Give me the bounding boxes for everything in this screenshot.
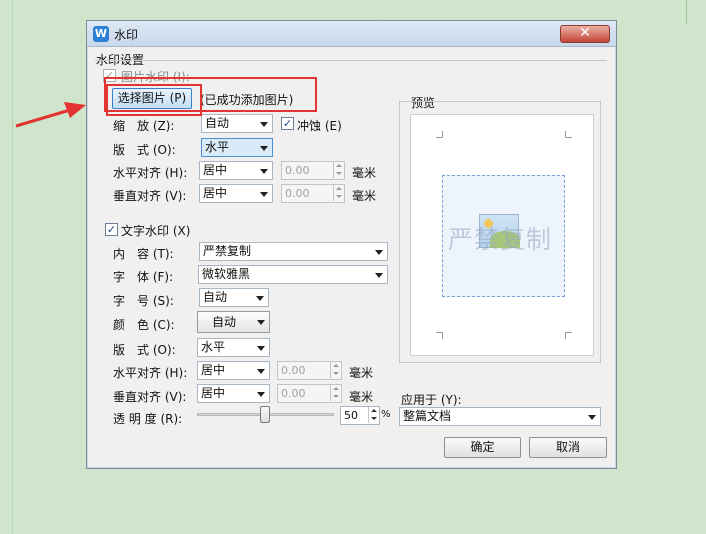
transparency-label: 透 明 度 (R):: [113, 412, 183, 426]
picture-h-unit: 毫米: [352, 166, 377, 180]
text-v-offset-spinner[interactable]: 0.00: [277, 384, 342, 403]
spin-up-icon[interactable]: [333, 162, 344, 170]
spin-down-icon[interactable]: [333, 170, 344, 178]
chevron-down-icon: [588, 415, 596, 420]
content-label: 内 容 (T):: [113, 247, 174, 261]
picture-v-align-select[interactable]: 居中: [199, 184, 273, 203]
picture-layout-label: 版 式 (O):: [113, 143, 176, 157]
spin-down-icon[interactable]: [330, 370, 341, 378]
ok-button[interactable]: 确定: [444, 437, 521, 458]
chevron-down-icon: [257, 369, 265, 374]
font-label: 字 体 (F):: [113, 270, 174, 284]
chevron-down-icon: [257, 346, 265, 351]
chevron-down-icon: [256, 296, 264, 301]
size-select[interactable]: 自动: [199, 288, 269, 307]
text-layout-value: 水平: [201, 340, 226, 354]
color-label: 颜 色 (C):: [113, 318, 175, 332]
transparency-spinner[interactable]: 50: [340, 406, 380, 425]
chevron-down-icon: [257, 320, 265, 325]
preview-corner-mark: [436, 131, 443, 138]
picture-v-unit: 毫米: [352, 189, 377, 203]
chevron-down-icon: [257, 392, 265, 397]
text-h-unit: 毫米: [349, 366, 374, 380]
picture-h-align-label: 水平对齐 (H):: [113, 166, 188, 180]
text-watermark-checkbox[interactable]: ✓: [105, 223, 118, 236]
text-h-align-value: 居中: [201, 363, 226, 377]
document-edge-line: [686, 0, 687, 24]
picture-h-align-select[interactable]: 居中: [199, 161, 273, 180]
apply-to-select[interactable]: 整篇文档: [399, 407, 601, 426]
color-picker[interactable]: 自动: [197, 311, 270, 333]
chevron-down-icon: [260, 122, 268, 127]
spin-up-icon[interactable]: [330, 385, 341, 393]
picture-v-offset-spinner[interactable]: 0.00: [281, 184, 345, 203]
picture-v-align-label: 垂直对齐 (V):: [113, 189, 187, 203]
spin-up-icon[interactable]: [333, 185, 344, 193]
picture-h-offset-spinner[interactable]: 0.00: [281, 161, 345, 180]
apply-to-label: 应用于 (Y):: [401, 393, 462, 407]
text-h-offset-spinner[interactable]: 0.00: [277, 361, 342, 380]
preview-watermark-text: 严禁复制: [448, 225, 553, 254]
spin-down-icon[interactable]: [333, 193, 344, 201]
text-layout-label: 版 式 (O):: [113, 343, 176, 357]
chevron-down-icon: [375, 250, 383, 255]
scale-value: 自动: [205, 116, 230, 130]
transparency-slider-thumb[interactable]: [260, 406, 270, 423]
text-h-align-label: 水平对齐 (H):: [113, 366, 188, 380]
preview-corner-mark: [436, 332, 443, 339]
chevron-down-icon: [260, 192, 268, 197]
picture-h-align-value: 居中: [203, 163, 228, 177]
chevron-down-icon: [260, 169, 268, 174]
picture-v-offset-value: 0.00: [285, 187, 310, 200]
picture-v-align-value: 居中: [203, 186, 228, 200]
text-h-offset-value: 0.00: [281, 364, 306, 377]
percent-sign: %: [381, 409, 391, 420]
preview-corner-mark: [565, 332, 572, 339]
scale-select[interactable]: 自动: [201, 114, 273, 133]
preview-corner-mark: [565, 131, 572, 138]
size-label: 字 号 (S):: [113, 294, 174, 308]
chevron-down-icon: [260, 146, 268, 151]
spin-down-icon[interactable]: [330, 393, 341, 401]
font-select[interactable]: 微软雅黑: [198, 265, 388, 284]
content-select[interactable]: 严禁复制: [199, 242, 388, 261]
settings-group-divider: [95, 60, 607, 61]
close-button[interactable]: ✕: [560, 25, 610, 43]
scale-label: 缩 放 (Z):: [113, 119, 175, 133]
text-layout-select[interactable]: 水平: [197, 338, 270, 357]
close-icon: ✕: [579, 25, 591, 41]
text-v-align-select[interactable]: 居中: [197, 384, 270, 403]
spin-down-icon[interactable]: [368, 415, 379, 423]
font-value: 微软雅黑: [202, 267, 251, 281]
spin-up-icon[interactable]: [368, 407, 379, 415]
text-v-align-label: 垂直对齐 (V):: [113, 390, 187, 404]
apply-to-value: 整篇文档: [403, 409, 452, 423]
text-v-offset-value: 0.00: [281, 387, 306, 400]
content-value: 严禁复制: [203, 244, 252, 258]
spin-up-icon[interactable]: [330, 362, 341, 370]
annotation-highlight-box: [106, 84, 202, 116]
picture-h-offset-value: 0.00: [285, 164, 310, 177]
text-h-align-select[interactable]: 居中: [197, 361, 270, 380]
text-watermark-label: 文字水印 (X): [121, 224, 191, 238]
size-value: 自动: [203, 290, 228, 304]
picture-layout-value: 水平: [205, 140, 230, 154]
washout-checkbox[interactable]: ✓: [281, 117, 294, 130]
dialog-title: 水印: [114, 28, 139, 42]
wps-writer-icon: W: [93, 26, 109, 42]
chevron-down-icon: [375, 273, 383, 278]
document-left-margin: [0, 0, 13, 534]
transparency-value: 50: [344, 409, 358, 422]
washout-label: 冲蚀 (E): [297, 119, 342, 133]
color-value: 自动: [212, 315, 237, 329]
text-v-unit: 毫米: [349, 390, 374, 404]
text-v-align-value: 居中: [201, 386, 226, 400]
dialog-titlebar[interactable]: W 水印 ✕: [87, 21, 616, 47]
cancel-button[interactable]: 取消: [529, 437, 607, 458]
picture-layout-select[interactable]: 水平: [201, 138, 273, 157]
